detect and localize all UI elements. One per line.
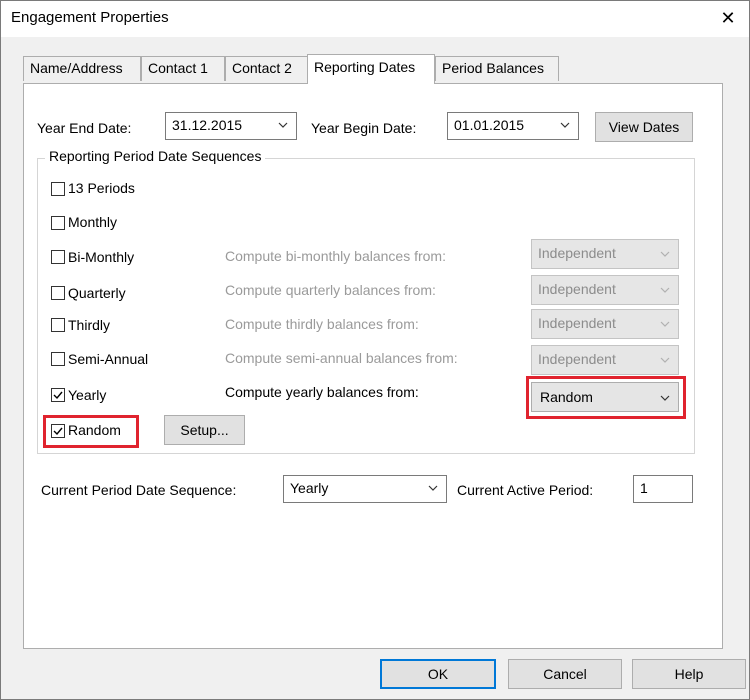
tab-label: Contact 1 xyxy=(148,60,208,76)
label-random: Random xyxy=(68,422,121,438)
current-sequence-select[interactable]: Yearly xyxy=(283,475,447,503)
checkmark-icon xyxy=(53,391,63,400)
label-monthly: Monthly xyxy=(68,214,118,230)
chevron-down-icon xyxy=(278,122,288,128)
compute-yearly-label: Compute yearly balances from: xyxy=(225,384,419,400)
checkmark-icon xyxy=(53,427,63,436)
active-period-label: Current Active Period: xyxy=(457,482,594,498)
view-dates-button[interactable]: View Dates xyxy=(595,112,693,142)
quarterly-source-value: Independent xyxy=(538,281,616,297)
group-title: Reporting Period Date Sequences xyxy=(45,148,266,164)
thirdly-source-value: Independent xyxy=(538,315,616,331)
checkbox-monthly[interactable] xyxy=(51,216,65,230)
tab-label: Contact 2 xyxy=(232,60,292,76)
chevron-down-icon xyxy=(560,122,570,128)
close-icon[interactable]: ✕ xyxy=(713,3,743,33)
label-quarterly: Quarterly xyxy=(68,285,126,301)
year-end-date-combo[interactable]: 31.12.2015 xyxy=(165,112,297,140)
bi-monthly-source-value: Independent xyxy=(538,245,616,261)
ok-button[interactable]: OK xyxy=(380,659,496,689)
tab-contact-1[interactable]: Contact 1 xyxy=(141,56,225,81)
checkbox-random[interactable] xyxy=(51,424,65,438)
checkbox-13-periods[interactable] xyxy=(51,182,65,196)
tab-period-balances[interactable]: Period Balances xyxy=(435,56,559,81)
year-begin-date-combo[interactable]: 01.01.2015 xyxy=(447,112,579,140)
yearly-source-value: Random xyxy=(540,389,593,405)
label-13-periods: 13 Periods xyxy=(68,180,135,196)
cancel-button[interactable]: Cancel xyxy=(508,659,622,689)
label-yearly: Yearly xyxy=(68,387,107,403)
compute-quarterly-label: Compute quarterly balances from: xyxy=(225,282,436,298)
chevron-down-icon xyxy=(660,251,670,257)
quarterly-source-select[interactable]: Independent xyxy=(531,275,679,305)
checkbox-yearly[interactable] xyxy=(51,388,65,402)
semi-annual-source-select[interactable]: Independent xyxy=(531,345,679,375)
setup-button[interactable]: Setup... xyxy=(164,415,245,445)
dialog-title: Engagement Properties xyxy=(11,9,169,26)
compute-bi-monthly-label: Compute bi-monthly balances from: xyxy=(225,248,446,264)
semi-annual-source-value: Independent xyxy=(538,351,616,367)
year-begin-value: 01.01.2015 xyxy=(454,117,525,133)
title-bar: Engagement Properties ✕ xyxy=(1,1,749,37)
chevron-down-icon xyxy=(660,321,670,327)
tab-label: Name/Address xyxy=(30,60,123,76)
checkbox-bi-monthly[interactable] xyxy=(51,250,65,264)
label-bi-monthly: Bi-Monthly xyxy=(68,249,135,265)
tab-label: Period Balances xyxy=(442,60,544,76)
chevron-down-icon xyxy=(428,485,438,491)
chevron-down-icon xyxy=(660,395,670,401)
bi-monthly-source-select[interactable]: Independent xyxy=(531,239,679,269)
year-end-label: Year End Date: xyxy=(37,120,132,136)
compute-thirdly-label: Compute thirdly balances from: xyxy=(225,316,419,332)
year-begin-label: Year Begin Date: xyxy=(311,120,417,136)
chevron-down-icon xyxy=(660,287,670,293)
year-end-value: 31.12.2015 xyxy=(172,117,243,133)
tab-name-address[interactable]: Name/Address xyxy=(23,56,141,81)
current-sequence-label: Current Period Date Sequence: xyxy=(41,482,237,498)
compute-semi-annual-label: Compute semi-annual balances from: xyxy=(225,350,458,366)
label-thirdly: Thirdly xyxy=(68,317,111,333)
checkbox-quarterly[interactable] xyxy=(51,286,65,300)
label-semi-annual: Semi-Annual xyxy=(68,351,149,367)
tab-label: Reporting Dates xyxy=(314,59,416,75)
current-sequence-value: Yearly xyxy=(290,480,329,496)
active-period-value: 1 xyxy=(640,480,648,496)
checkbox-thirdly[interactable] xyxy=(51,318,65,332)
chevron-down-icon xyxy=(660,357,670,363)
tab-reporting-dates[interactable]: Reporting Dates xyxy=(307,54,435,84)
thirdly-source-select[interactable]: Independent xyxy=(531,309,679,339)
dialog-window: Engagement Properties ✕ Name/Address Con… xyxy=(0,0,750,700)
checkbox-semi-annual[interactable] xyxy=(51,352,65,366)
yearly-source-select[interactable]: Random xyxy=(531,382,679,412)
tab-contact-2[interactable]: Contact 2 xyxy=(225,56,309,81)
help-button[interactable]: Help xyxy=(632,659,746,689)
active-period-input[interactable]: 1 xyxy=(633,475,693,503)
